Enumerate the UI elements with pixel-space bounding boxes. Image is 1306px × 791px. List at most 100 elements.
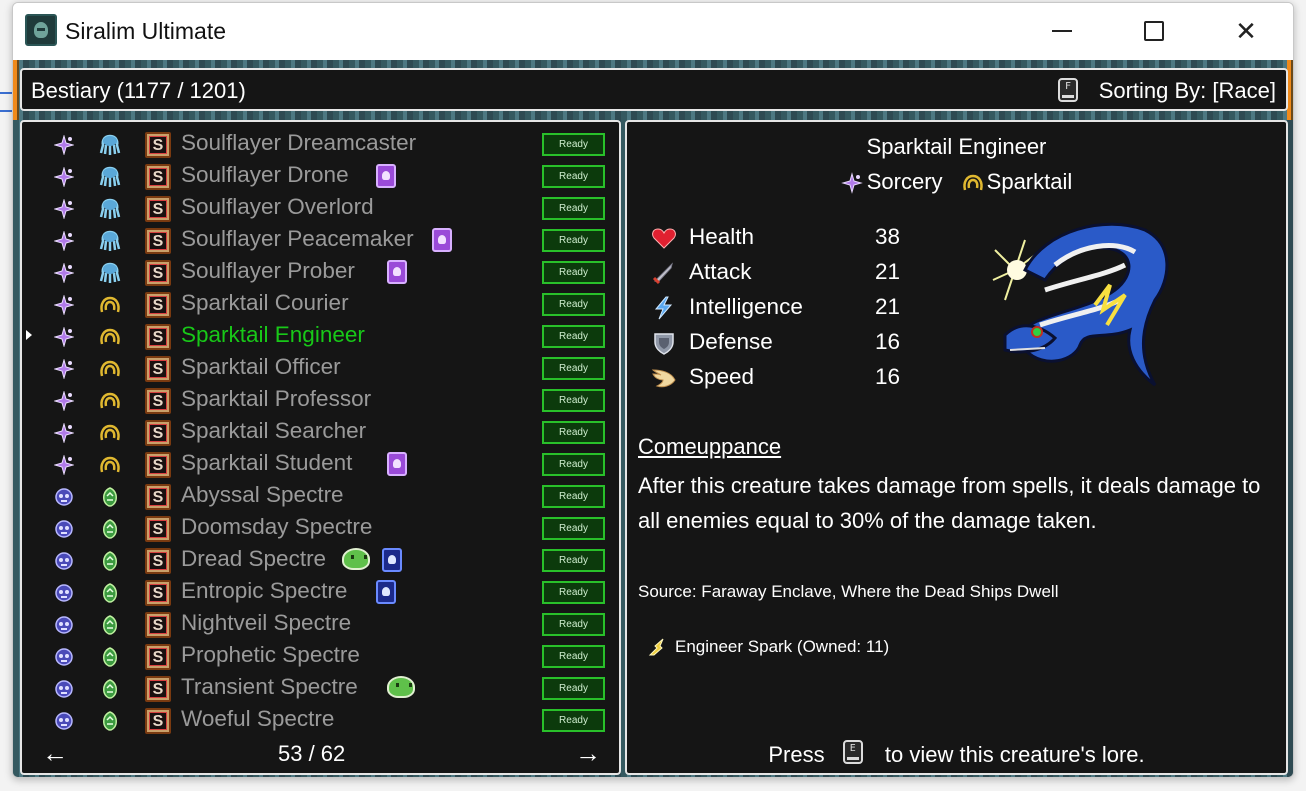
sorcery-icon [54, 135, 74, 155]
heart-icon [652, 228, 676, 249]
race-text: Sparktail [986, 169, 1073, 194]
purple-ghost-badge-icon [432, 228, 453, 252]
creature-row-name: Sparktail Officer [181, 354, 341, 379]
creature-row-name: Prophetic Spectre [181, 642, 360, 667]
creature-row[interactable]: S Abyssal Spectre Ready [22, 480, 619, 512]
summon-scroll-icon: S [145, 708, 171, 734]
creature-row[interactable]: S Soulflayer Dreamcaster Ready [22, 128, 619, 160]
sorcery-icon [54, 199, 74, 219]
creature-row-name: Sparktail Student [181, 450, 353, 475]
ready-status-badge: Ready [542, 389, 605, 412]
sort-button[interactable]: Sorting By: [Race] [1099, 78, 1276, 104]
ready-status-badge: Ready [542, 709, 605, 732]
creature-row-name: Doomsday Spectre [181, 514, 373, 539]
wing-icon [651, 369, 676, 388]
summon-scroll-icon: S [145, 676, 171, 702]
lore-suffix: to view this creature's lore. [884, 742, 1145, 767]
class-text: Sorcery [866, 169, 943, 194]
sorcery-icon [54, 455, 74, 475]
slime-badge-icon [387, 676, 416, 698]
creature-row[interactable]: S Transient Spectre Ready [22, 672, 619, 704]
creature-row[interactable]: S Sparktail Courier Ready [22, 288, 619, 320]
creature-list-panel: S Soulflayer Dreamcaster Ready S Soulflayer … [20, 120, 621, 775]
title-bar[interactable]: Siralim Ultimate ✕ [13, 3, 1293, 59]
creature-row[interactable]: S Nightveil Spectre Ready [22, 608, 619, 640]
ready-status-badge: Ready [542, 261, 605, 284]
close-button[interactable]: ✕ [1200, 3, 1292, 59]
spark-icon [648, 638, 664, 656]
maximize-button[interactable] [1108, 3, 1200, 59]
stat-value: 21 [875, 294, 901, 319]
creature-row-name: Dread Spectre [181, 546, 327, 571]
creature-row[interactable]: S Dread Spectre Ready [22, 544, 619, 576]
creature-row[interactable]: S Prophetic Spectre Ready [22, 640, 619, 672]
ready-status-badge: Ready [542, 293, 605, 316]
creature-row[interactable]: S Soulflayer Peacemaker Ready [22, 224, 619, 256]
summon-scroll-icon: S [145, 388, 171, 414]
stat-label: Intelligence [689, 294, 803, 319]
summon-scroll-icon: S [145, 644, 171, 670]
creature-row[interactable]: S Soulflayer Prober Ready [22, 256, 619, 288]
ready-status-badge: Ready [542, 485, 605, 508]
spectre-race-icon [103, 487, 117, 507]
creature-row[interactable]: S Sparktail Searcher Ready [22, 416, 619, 448]
stat-label: Speed [689, 364, 755, 389]
creature-row[interactable]: S Sparktail Student Ready [22, 448, 619, 480]
creature-row-name: Sparktail Searcher [181, 418, 367, 443]
creature-detail-panel: Sparktail Engineer Sorcery Sparktail Hea [625, 120, 1288, 775]
summon-scroll-icon: S [145, 516, 171, 542]
creature-row[interactable]: S Woeful Spectre Ready [22, 704, 619, 736]
app-logo-icon [25, 14, 57, 46]
creature-row[interactable]: S Doomsday Spectre Ready [22, 512, 619, 544]
sparktail-race-icon [100, 328, 120, 345]
slime-badge-icon [341, 548, 370, 570]
summon-scroll-icon: S [145, 260, 171, 286]
creature-row[interactable]: S Sparktail Engineer Ready [22, 320, 619, 352]
creature-row[interactable]: S Soulflayer Overlord Ready [22, 192, 619, 224]
soulflayer-race-icon [99, 134, 121, 155]
summon-scroll-icon: S [145, 228, 171, 254]
creature-row-name: Sparktail Engineer [181, 322, 365, 347]
decorative-edge [1287, 60, 1293, 120]
stat-label: Attack [689, 259, 752, 284]
summon-scroll-icon: S [145, 196, 171, 222]
death-icon [55, 552, 73, 570]
sorcery-icon [840, 172, 863, 194]
ready-status-badge: Ready [542, 453, 605, 476]
creature-row[interactable]: S Sparktail Professor Ready [22, 384, 619, 416]
stat-row: Attack 21 [641, 257, 901, 289]
stat-value: 38 [875, 224, 901, 249]
lore-hint: Press E to view this creature's lore. [627, 740, 1286, 768]
summon-scroll-icon: S [145, 580, 171, 606]
creature-row[interactable]: S Sparktail Officer Ready [22, 352, 619, 384]
race-label: Sparktail [961, 169, 1073, 195]
page-indicator: 53 / 62 [278, 741, 346, 766]
ready-status-badge: Ready [542, 325, 605, 348]
creature-row-name: Abyssal Spectre [181, 482, 344, 507]
creature-row[interactable]: S Soulflayer Drone Ready [22, 160, 619, 192]
sparktail-race-icon [100, 392, 120, 409]
creature-row-name: Woeful Spectre [181, 706, 335, 731]
ready-status-badge: Ready [542, 677, 605, 700]
summon-scroll-icon: S [145, 548, 171, 574]
sorcery-icon [54, 295, 74, 315]
sparktail-race-icon [100, 424, 120, 441]
creature-row-name: Sparktail Courier [181, 290, 349, 315]
stat-row: Defense 16 [641, 327, 901, 359]
class-label: Sorcery [840, 169, 943, 195]
ready-status-badge: Ready [542, 645, 605, 668]
minimize-button[interactable] [1016, 3, 1108, 59]
stat-value: 16 [875, 364, 901, 389]
creature-types: Sorcery Sparktail [627, 169, 1286, 195]
next-page-button[interactable]: → [575, 738, 601, 769]
lore-prefix: Press [768, 742, 825, 767]
prev-page-button[interactable]: ← [42, 738, 68, 769]
blue-ghost-badge-icon [375, 580, 396, 604]
death-icon [55, 520, 73, 538]
creature-row[interactable]: S Entropic Spectre Ready [22, 576, 619, 608]
stat-label: Defense [689, 329, 773, 354]
soulflayer-race-icon [99, 198, 121, 219]
sparktail-race-icon [962, 174, 983, 191]
creature-row-name: Soulflayer Peacemaker [181, 226, 414, 251]
ready-status-badge: Ready [542, 357, 605, 380]
